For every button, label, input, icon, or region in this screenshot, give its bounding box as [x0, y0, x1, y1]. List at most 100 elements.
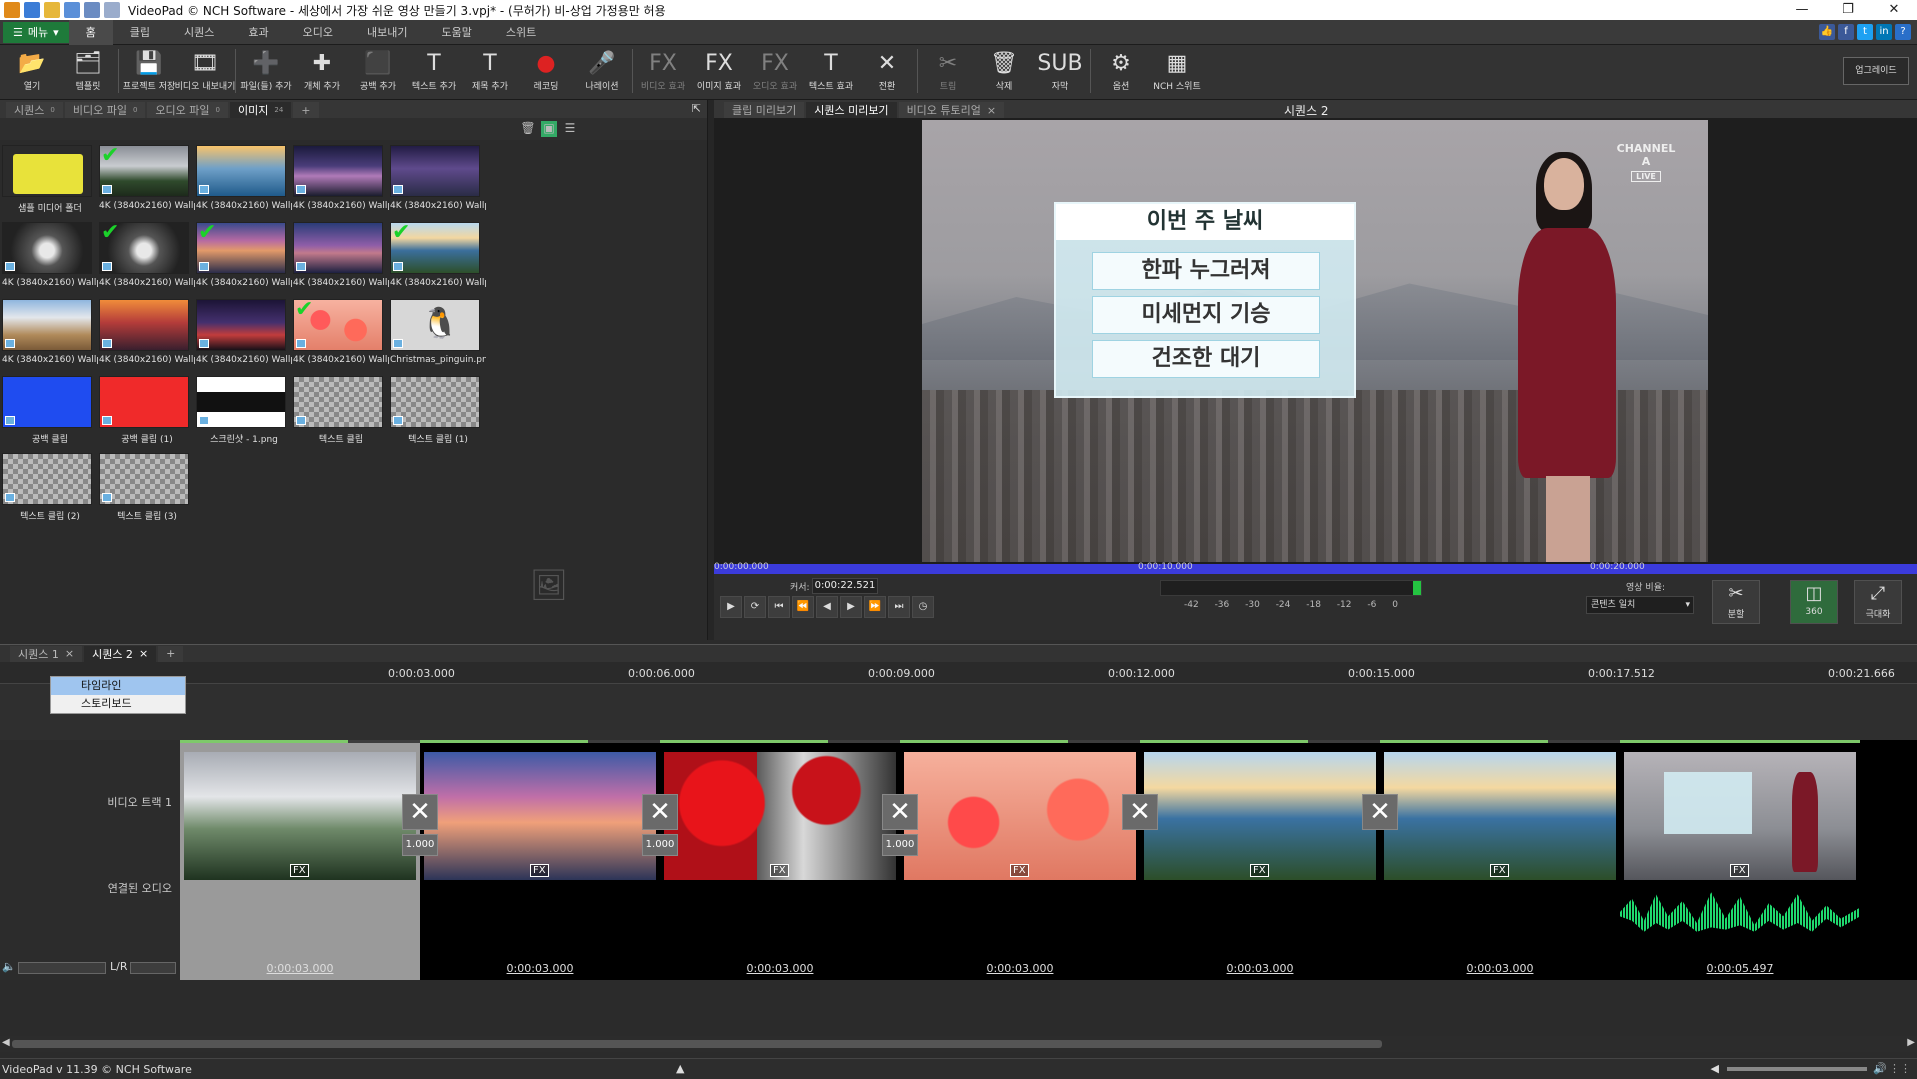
- go-start-icon[interactable]: ⏮: [768, 596, 790, 618]
- scroll-right-icon[interactable]: ▶: [1907, 1037, 1915, 1048]
- bin-item[interactable]: 샘플 미디어 폴더: [2, 145, 98, 214]
- twitter-icon[interactable]: t: [1857, 24, 1873, 40]
- bin-tab-0[interactable]: 시퀀스 0: [6, 102, 63, 118]
- zoom-out-icon[interactable]: ◀: [1711, 1062, 1719, 1075]
- bin-tab-1[interactable]: 비디오 파일 0: [64, 102, 146, 118]
- bin-item[interactable]: ✔ 4K (3840x2160) Wallp...: [99, 143, 195, 211]
- quick-open-icon[interactable]: [44, 2, 60, 18]
- bin-item[interactable]: 4K (3840x2160) Wallp...: [99, 299, 195, 365]
- menu-tab-2[interactable]: 시퀀스: [167, 20, 231, 45]
- menu-item-timeline[interactable]: 타임라인: [51, 677, 185, 695]
- step-forward-icon[interactable]: ▶: [840, 596, 862, 618]
- close-icon[interactable]: ×: [139, 647, 148, 660]
- scrollbar-thumb[interactable]: [12, 1040, 1382, 1048]
- ribbon-button-13[interactable]: FX 오디오 효과: [747, 45, 803, 97]
- bin-item[interactable]: 🐧 Christmas_pinguin.png: [390, 299, 486, 365]
- bin-item[interactable]: 4K (3840x2160) Wallp...: [2, 222, 98, 288]
- add-folder-icon[interactable]: ▣: [541, 121, 557, 137]
- sequence-tab-0[interactable]: 시퀀스 1 ×: [10, 645, 83, 662]
- menu-tab-3[interactable]: 효과: [231, 20, 285, 45]
- bin-item[interactable]: 4K (3840x2160) Wallp...: [196, 145, 292, 211]
- timeline-clip[interactable]: FX 0:00:03.000: [660, 740, 900, 980]
- preview-tab-0[interactable]: 클립 미리보기: [724, 102, 805, 118]
- linkedin-icon[interactable]: in: [1876, 24, 1892, 40]
- quick-save-icon[interactable]: [24, 2, 40, 18]
- ribbon-button-8[interactable]: T 제목 추가: [462, 45, 518, 97]
- bin-item[interactable]: 텍스트 클립 (2): [2, 453, 98, 522]
- close-button[interactable]: ✕: [1871, 0, 1917, 20]
- next-clip-icon[interactable]: ⏩: [864, 596, 886, 618]
- bin-item[interactable]: 4K (3840x2160) Wallp...: [196, 299, 292, 365]
- timeline-clip[interactable]: FX 0:00:03.000: [1140, 740, 1380, 980]
- vr360-button[interactable]: ◫ 360: [1790, 580, 1838, 624]
- bin-item[interactable]: 텍스트 클립 (1): [390, 376, 486, 445]
- redo-icon[interactable]: [104, 2, 120, 18]
- ribbon-button-9[interactable]: ● 레코딩: [518, 45, 574, 97]
- ribbon-button-16[interactable]: ✂ 트림: [920, 45, 976, 97]
- close-icon[interactable]: ×: [65, 647, 74, 660]
- menu-tab-6[interactable]: 도움말: [425, 20, 489, 45]
- undo-icon[interactable]: [84, 2, 100, 18]
- menu-tab-7[interactable]: 스위트: [489, 20, 553, 45]
- facebook-icon[interactable]: f: [1838, 24, 1854, 40]
- preview-tab-2[interactable]: 비디오 튜토리얼 ×: [898, 102, 1005, 118]
- add-bin-tab-button[interactable]: +: [293, 102, 319, 118]
- bin-tab-3[interactable]: 이미지 24: [230, 102, 292, 118]
- aspect-ratio-select[interactable]: 콘텐츠 일치 ▾: [1586, 596, 1694, 614]
- menu-tab-0[interactable]: 홈: [68, 19, 113, 45]
- menu-tab-4[interactable]: 오디오: [286, 20, 350, 45]
- bin-item[interactable]: ✔ 4K (3840x2160) Wallp...: [293, 297, 389, 365]
- transition-marker[interactable]: ✕: [1362, 794, 1398, 874]
- bin-item[interactable]: 4K (3840x2160) Wallp...: [2, 299, 98, 365]
- speaker-icon[interactable]: 🔈: [2, 960, 16, 973]
- clip-fx-icon[interactable]: FX: [1010, 864, 1029, 877]
- bin-item[interactable]: 공백 클립 (1): [99, 376, 195, 445]
- clip-fx-icon[interactable]: FX: [290, 864, 309, 877]
- clip-fx-icon[interactable]: FX: [770, 864, 789, 877]
- sequence-tab-1[interactable]: 시퀀스 2 ×: [84, 645, 157, 662]
- preview-tab-1[interactable]: 시퀀스 미리보기: [806, 102, 897, 118]
- timeline-scrollbar[interactable]: ◀ ▶: [0, 1036, 1917, 1052]
- minimize-button[interactable]: —: [1779, 0, 1825, 20]
- menu-tab-5[interactable]: 내보내기: [350, 20, 424, 45]
- help-icon[interactable]: ?: [1895, 24, 1911, 40]
- cursor-time-field[interactable]: 0:00:22.521: [812, 578, 878, 594]
- ribbon-button-17[interactable]: 🗑 삭제: [976, 45, 1032, 97]
- clip-fx-icon[interactable]: FX: [530, 864, 549, 877]
- ribbon-button-14[interactable]: T 텍스트 효과: [803, 45, 859, 97]
- preview-timebar[interactable]: 0:00:00.000 0:00:10.000 0:00:20.000: [714, 562, 1917, 574]
- ribbon-button-10[interactable]: 🎤 나레이션: [574, 45, 630, 97]
- timeline-clip[interactable]: FX 0:00:03.000: [180, 740, 420, 980]
- bin-item[interactable]: 텍스트 클립 (3): [99, 453, 195, 522]
- bin-item[interactable]: ✔ 4K (3840x2160) Wallp...: [196, 220, 292, 288]
- zoom-volume-icon[interactable]: 🔊: [1873, 1062, 1887, 1075]
- ribbon-button-0[interactable]: 📂 열기: [4, 45, 60, 97]
- menu-tab-1[interactable]: 클립: [113, 20, 167, 45]
- menu-item-storyboard[interactable]: 스토리보드: [51, 695, 185, 713]
- ribbon-button-18[interactable]: SUB 자막: [1032, 45, 1088, 97]
- loop-icon[interactable]: ⟳: [744, 596, 766, 618]
- bin-item[interactable]: 스크린샷 - 1.png: [196, 376, 292, 445]
- balance-slider[interactable]: [130, 962, 176, 974]
- bin-item[interactable]: 4K (3840x2160) Wallp...: [293, 222, 389, 288]
- clip-fx-icon[interactable]: FX: [1730, 864, 1749, 877]
- fullscreen-button[interactable]: ⤢ 극대화: [1854, 580, 1902, 624]
- close-icon[interactable]: ×: [987, 104, 996, 117]
- ribbon-button-4[interactable]: ➕ 파일(들) 추가: [238, 45, 294, 97]
- ribbon-button-15[interactable]: ✕ 전환: [859, 45, 915, 97]
- volume-slider[interactable]: [18, 962, 106, 974]
- transition-marker[interactable]: ✕ 1.000: [882, 794, 918, 874]
- timeline-ruler[interactable]: 0:00:03.000 0:00:06.000 0:00:09.000 0:00:12…: [0, 662, 1917, 684]
- zoom-slider[interactable]: [1727, 1067, 1867, 1071]
- pin-icon[interactable]: ⇱: [692, 102, 701, 115]
- bin-tab-2[interactable]: 오디오 파일 0: [147, 102, 228, 118]
- restore-button[interactable]: ❐: [1825, 0, 1871, 20]
- timeline-clip[interactable]: FX 0:00:05.497: [1620, 740, 1860, 980]
- ribbon-button-11[interactable]: FX 비디오 효과: [635, 45, 691, 97]
- transition-marker[interactable]: ✕ 1.000: [642, 794, 678, 874]
- go-end-icon[interactable]: ⏭: [888, 596, 910, 618]
- timeline-clip[interactable]: FX 0:00:03.000: [900, 740, 1140, 980]
- ribbon-button-6[interactable]: ⬛ 공백 추가: [350, 45, 406, 97]
- ribbon-button-12[interactable]: FX 이미지 효과: [691, 45, 747, 97]
- transition-marker[interactable]: ✕: [1122, 794, 1158, 874]
